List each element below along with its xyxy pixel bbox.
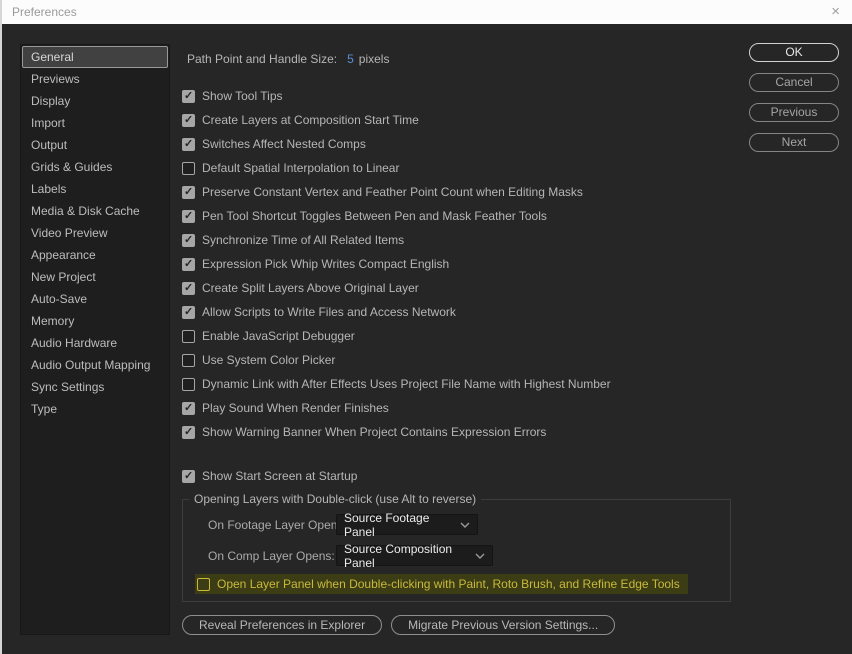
checkbox-row-create-layers-at-comp-start[interactable]: Create Layers at Composition Start Time: [182, 108, 742, 132]
checkbox-label: Default Spatial Interpolation to Linear: [202, 161, 399, 175]
checkbox-row-default-spatial-interpolation[interactable]: Default Spatial Interpolation to Linear: [182, 156, 742, 180]
footage-layer-label: On Footage Layer Opens:: [208, 518, 328, 532]
sidebar-item-sync-settings[interactable]: Sync Settings: [22, 376, 168, 398]
checkbox-row-switches-affect-nested[interactable]: Switches Affect Nested Comps: [182, 132, 742, 156]
sidebar-item-display[interactable]: Display: [22, 90, 168, 112]
next-button[interactable]: Next: [749, 133, 839, 152]
checkbox-row-open-layer-panel-highlighted[interactable]: Open Layer Panel when Double-clicking wi…: [195, 574, 688, 594]
checkbox-label: Enable JavaScript Debugger: [202, 329, 355, 343]
checkbox-row-dynamic-link[interactable]: Dynamic Link with After Effects Uses Pro…: [182, 372, 742, 396]
checkbox-label: Use System Color Picker: [202, 353, 335, 367]
checkbox-row-create-split-layers[interactable]: Create Split Layers Above Original Layer: [182, 276, 742, 300]
sidebar-item-general[interactable]: General: [22, 46, 168, 68]
sidebar-item-memory[interactable]: Memory: [22, 310, 168, 332]
footage-layer-dropdown-value: Source Footage Panel: [344, 511, 446, 539]
sidebar-item-type[interactable]: Type: [22, 398, 168, 420]
checkbox-label: Preserve Constant Vertex and Feather Poi…: [202, 185, 583, 199]
checkbox-list: Show Tool Tips Create Layers at Composit…: [182, 84, 742, 444]
comp-layer-label: On Comp Layer Opens:: [208, 549, 328, 563]
chevron-down-icon: [475, 553, 485, 559]
checkbox-label: Open Layer Panel when Double-clicking wi…: [217, 577, 680, 591]
checkbox-label: Expression Pick Whip Writes Compact Engl…: [202, 257, 449, 271]
checkbox[interactable]: [182, 354, 195, 367]
close-icon[interactable]: ×: [831, 3, 840, 21]
checkbox[interactable]: [182, 210, 195, 223]
path-point-size-label: Path Point and Handle Size:: [187, 52, 337, 66]
sidebar-item-audio-hardware[interactable]: Audio Hardware: [22, 332, 168, 354]
checkbox[interactable]: [182, 470, 195, 483]
checkbox[interactable]: [182, 378, 195, 391]
checkbox-label: Show Warning Banner When Project Contain…: [202, 425, 546, 439]
checkbox-row-show-warning-banner[interactable]: Show Warning Banner When Project Contain…: [182, 420, 742, 444]
category-list: General Previews Display Import Output G…: [20, 44, 170, 635]
checkbox[interactable]: [182, 234, 195, 247]
opening-layers-group: Opening Layers with Double-click (use Al…: [182, 499, 731, 602]
checkbox-row-play-sound-render[interactable]: Play Sound When Render Finishes: [182, 396, 742, 420]
sidebar-item-import[interactable]: Import: [22, 112, 168, 134]
sidebar-item-grids-guides[interactable]: Grids & Guides: [22, 156, 168, 178]
checkbox[interactable]: [182, 114, 195, 127]
path-point-size-unit: pixels: [359, 52, 390, 66]
checkbox-row-show-start-screen[interactable]: Show Start Screen at Startup: [182, 464, 742, 488]
checkbox-label: Show Start Screen at Startup: [202, 469, 357, 483]
sidebar-item-new-project[interactable]: New Project: [22, 266, 168, 288]
checkbox-row-enable-js-debugger[interactable]: Enable JavaScript Debugger: [182, 324, 742, 348]
checkbox-label: Switches Affect Nested Comps: [202, 137, 366, 151]
checkbox-label: Play Sound When Render Finishes: [202, 401, 389, 415]
checkbox-label: Synchronize Time of All Related Items: [202, 233, 404, 247]
checkbox[interactable]: [182, 426, 195, 439]
checkbox[interactable]: [197, 578, 210, 591]
checkbox-row-use-system-color-picker[interactable]: Use System Color Picker: [182, 348, 742, 372]
checkbox-label: Show Tool Tips: [202, 89, 283, 103]
checkbox[interactable]: [182, 138, 195, 151]
comp-layer-dropdown[interactable]: Source Composition Panel: [336, 545, 493, 566]
chevron-down-icon: [460, 522, 470, 528]
dialog-title: Preferences: [12, 5, 77, 19]
group-legend: Opening Layers with Double-click (use Al…: [189, 492, 481, 506]
footage-layer-row: On Footage Layer Opens: Source Footage P…: [183, 514, 730, 535]
checkbox-label: Allow Scripts to Write Files and Access …: [202, 305, 456, 319]
sidebar-item-media-disk-cache[interactable]: Media & Disk Cache: [22, 200, 168, 222]
checkbox[interactable]: [182, 282, 195, 295]
checkbox[interactable]: [182, 330, 195, 343]
cancel-button[interactable]: Cancel: [749, 73, 839, 92]
sidebar-item-labels[interactable]: Labels: [22, 178, 168, 200]
title-bar: Preferences: [2, 0, 852, 24]
path-point-size-row: Path Point and Handle Size: 5 pixels: [182, 50, 742, 68]
checkbox[interactable]: [182, 402, 195, 415]
sidebar-item-previews[interactable]: Previews: [22, 68, 168, 90]
previous-button[interactable]: Previous: [749, 103, 839, 122]
checkbox-label: Dynamic Link with After Effects Uses Pro…: [202, 377, 611, 391]
checkbox-label: Create Split Layers Above Original Layer: [202, 281, 419, 295]
comp-layer-row: On Comp Layer Opens: Source Composition …: [183, 545, 730, 566]
checkbox-row-synchronize-time[interactable]: Synchronize Time of All Related Items: [182, 228, 742, 252]
checkbox-row-preserve-vertex-count[interactable]: Preserve Constant Vertex and Feather Poi…: [182, 180, 742, 204]
checkbox[interactable]: [182, 162, 195, 175]
sidebar-item-video-preview[interactable]: Video Preview: [22, 222, 168, 244]
sidebar-item-auto-save[interactable]: Auto-Save: [22, 288, 168, 310]
checkbox[interactable]: [182, 306, 195, 319]
comp-layer-dropdown-value: Source Composition Panel: [344, 542, 461, 570]
checkbox-label: Pen Tool Shortcut Toggles Between Pen an…: [202, 209, 547, 223]
checkbox[interactable]: [182, 258, 195, 271]
footer-buttons: Reveal Preferences in Explorer Migrate P…: [182, 615, 742, 635]
sidebar-item-appearance[interactable]: Appearance: [22, 244, 168, 266]
checkbox-row-expression-pick-whip[interactable]: Expression Pick Whip Writes Compact Engl…: [182, 252, 742, 276]
checkbox[interactable]: [182, 186, 195, 199]
checkbox-label: Create Layers at Composition Start Time: [202, 113, 419, 127]
sidebar-item-output[interactable]: Output: [22, 134, 168, 156]
checkbox-row-show-tool-tips[interactable]: Show Tool Tips: [182, 84, 742, 108]
checkbox[interactable]: [182, 90, 195, 103]
path-point-size-value[interactable]: 5: [347, 52, 354, 66]
footage-layer-dropdown[interactable]: Source Footage Panel: [336, 514, 478, 535]
checkbox-row-allow-scripts[interactable]: Allow Scripts to Write Files and Access …: [182, 300, 742, 324]
reveal-preferences-button[interactable]: Reveal Preferences in Explorer: [182, 615, 382, 635]
ok-button[interactable]: OK: [749, 43, 839, 62]
sidebar-item-audio-output-mapping[interactable]: Audio Output Mapping: [22, 354, 168, 376]
checkbox-row-pen-tool-shortcut[interactable]: Pen Tool Shortcut Toggles Between Pen an…: [182, 204, 742, 228]
migrate-settings-button[interactable]: Migrate Previous Version Settings...: [391, 615, 615, 635]
preferences-dialog: Preferences × General Previews Display I…: [0, 0, 852, 654]
general-settings-panel: Path Point and Handle Size: 5 pixels Sho…: [182, 50, 742, 635]
